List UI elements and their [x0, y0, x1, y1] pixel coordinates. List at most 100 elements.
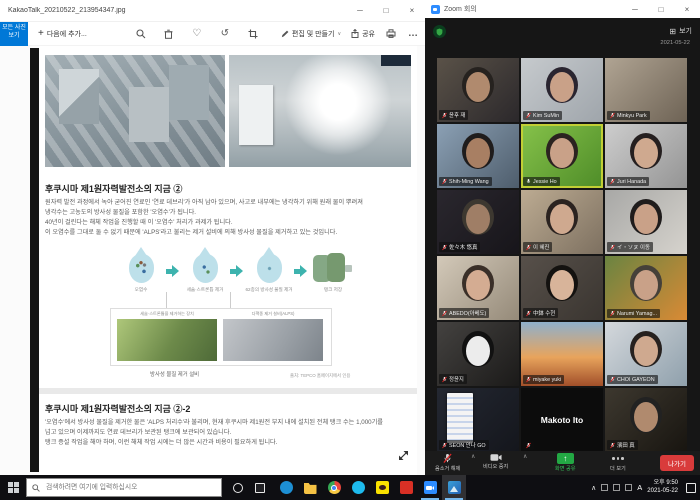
participant-name: Narumi Yamag... [617, 311, 657, 317]
mic-icon [526, 178, 531, 185]
unmute-button[interactable]: 음소거 해제 [435, 453, 460, 472]
taskbar-app-ie[interactable] [346, 475, 370, 500]
task-view-button[interactable] [250, 475, 270, 500]
video-camera-icon [490, 453, 502, 462]
mic-muted-icon [610, 178, 615, 185]
participant-tile[interactable]: 윤후 재 [437, 58, 519, 122]
cortana-button[interactable] [228, 475, 248, 500]
document-left-edge [30, 48, 39, 472]
share-icon [351, 29, 359, 38]
participant-tile[interactable]: ABEDO(아베도) [437, 256, 519, 320]
taskbar-search[interactable] [26, 478, 222, 497]
start-button[interactable] [0, 475, 26, 500]
arrow-right-icon [230, 265, 243, 277]
tray-icon[interactable] [601, 484, 608, 491]
share-screen-button[interactable]: ↑ 화면 공유 [555, 453, 576, 472]
minimize-button[interactable]: ─ [347, 0, 373, 22]
ie-icon [352, 481, 365, 494]
participant-tile[interactable]: Narumi Yamag... [605, 256, 687, 320]
mic-muted-icon [443, 453, 452, 464]
participant-tile[interactable]: Jessie Ho [521, 124, 603, 188]
delete-icon[interactable] [163, 28, 175, 40]
mic-muted-icon [610, 310, 615, 317]
paragraph-line: 냉각수는 고농도의 방사성 물질을 포함한 '오염수'가 됩니다. [45, 208, 411, 218]
diagram-step-contaminated-water: 오염수 [116, 248, 166, 293]
participant-tile[interactable]: SEON 안나 GO [437, 388, 519, 452]
close-button[interactable]: × [674, 0, 700, 20]
participant-tile[interactable]: 정윤지 [437, 322, 519, 386]
unmute-label: 음소거 해제 [435, 465, 460, 472]
taskbar-app-edge[interactable] [274, 475, 298, 500]
arrow-right-icon [166, 265, 179, 277]
stop-video-button[interactable]: 비디오 중지 [483, 453, 508, 470]
edit-create-button[interactable]: 편집 및 만들기 ∨ [281, 29, 341, 39]
mic-muted-icon [442, 112, 447, 119]
minimize-button[interactable]: ─ [622, 0, 648, 20]
tray-icon[interactable] [613, 484, 620, 491]
zoom-window-controls: ─ □ × [622, 0, 700, 20]
participant-tile[interactable]: miyake yuki [521, 322, 603, 386]
participant-name: Shih-Ming Wang [449, 179, 489, 185]
resize-diagonal-icon[interactable] [398, 450, 409, 461]
equipment-caption-left: 세슘·스트론튬을 제거하는 장치 [117, 311, 217, 317]
taskbar-app-app-red[interactable] [394, 475, 418, 500]
participant-label: 이 혜진 [523, 242, 552, 252]
participant-label: Shih-Ming Wang [439, 177, 492, 186]
crop-icon[interactable] [247, 28, 259, 40]
cortana-icon [233, 483, 243, 493]
participant-tile[interactable]: イ・ソヌ 이동 [605, 190, 687, 254]
participant-tile[interactable]: Makoto Ito [521, 388, 603, 452]
taskbar-clock[interactable]: 오후 9:50 2021-05-22 [647, 480, 678, 494]
rotate-icon[interactable]: ↺ [219, 28, 231, 40]
taskbar-app-kakaotalk[interactable] [370, 475, 394, 500]
more-button[interactable]: … [407, 28, 419, 40]
print-icon[interactable] [385, 28, 397, 40]
maximize-button[interactable]: □ [648, 0, 674, 20]
diagram-connector [230, 292, 231, 308]
taskbar-app-zoom[interactable] [418, 475, 442, 500]
leave-meeting-button[interactable]: 나가기 [660, 455, 694, 471]
participant-name: 정윤지 [449, 375, 464, 383]
share-button[interactable]: 공유 [351, 29, 375, 39]
participant-name: ABEDO(아베도) [449, 309, 486, 317]
share-label: 공유 [362, 29, 375, 39]
participant-tile[interactable]: 濱田 真 [605, 388, 687, 452]
ime-indicator[interactable]: A [637, 483, 642, 492]
taskbar-app-chrome[interactable] [322, 475, 346, 500]
participant-tile[interactable]: 佐々木 悠真 [437, 190, 519, 254]
participant-tile[interactable]: Shih-Ming Wang [437, 124, 519, 188]
taskbar-system-buttons [228, 475, 270, 500]
favorite-icon[interactable]: ♡ [191, 28, 203, 40]
edit-create-label: 편집 및 만들기 [292, 29, 335, 39]
diagram-step-alps-removal: 62종의 방사성 물질 제거 [244, 248, 294, 293]
participant-tile[interactable]: Kim SuMin [521, 58, 603, 122]
explorer-icon [304, 481, 317, 494]
participant-tile[interactable]: CHOI GAYEON [605, 322, 687, 386]
tray-icon[interactable] [625, 484, 632, 491]
mic-muted-icon [610, 442, 615, 449]
participant-tile[interactable]: Juri Hanada [605, 124, 687, 188]
photos-content: 후쿠시마 제1원자력발전소의 지금 ② 원자력 발전 과정에서 녹아 굳어진 연… [0, 46, 425, 475]
water-drop-icon [257, 254, 282, 283]
participant-name: Juri Hanada [617, 179, 646, 185]
video-options-caret[interactable]: ∧ [523, 453, 527, 460]
search-input[interactable] [44, 483, 216, 492]
diagram-label: 세슘·스트론튬 제거 [178, 287, 232, 293]
maximize-button[interactable]: □ [373, 0, 399, 22]
close-button[interactable]: × [399, 0, 425, 22]
participant-face [550, 270, 574, 300]
more-button[interactable]: 더 보기 [610, 453, 626, 472]
diagram-step-tank-storage: 탱크 저장 [308, 248, 358, 293]
taskbar-app-photos[interactable] [442, 475, 466, 500]
participant-tile[interactable]: Minkyu Park [605, 58, 687, 122]
participant-name: 濱田 真 [617, 441, 635, 449]
participant-tile[interactable]: 이 혜진 [521, 190, 603, 254]
tray-expand-chevron-icon[interactable]: ∧ [591, 484, 596, 492]
participant-name: SEON 안나 GO [449, 441, 486, 449]
add-to-button[interactable]: + 다음에 추가... [38, 28, 87, 39]
participant-tile[interactable]: 中鉢 수현 [521, 256, 603, 320]
mic-options-caret[interactable]: ∧ [471, 453, 475, 460]
action-center-icon[interactable] [686, 483, 696, 493]
taskbar-app-explorer[interactable] [298, 475, 322, 500]
zoom-icon[interactable] [135, 28, 147, 40]
